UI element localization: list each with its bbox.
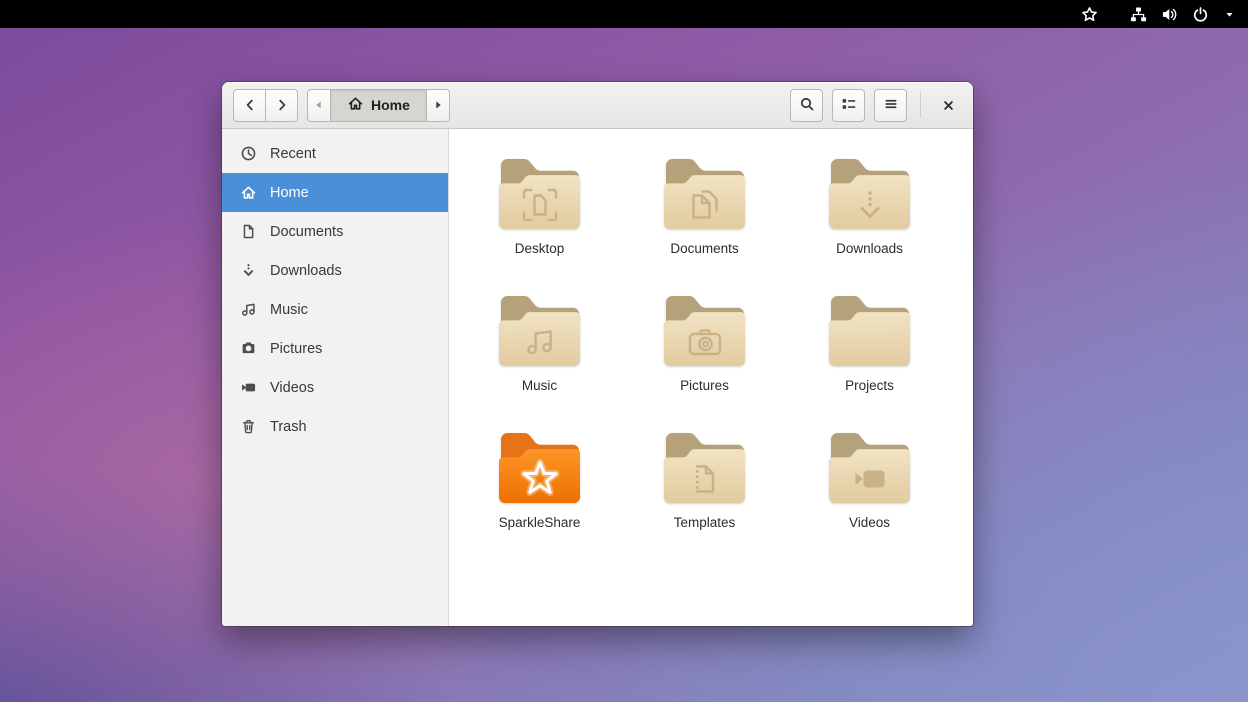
home-icon xyxy=(240,184,257,201)
file-name: Downloads xyxy=(836,241,903,256)
system-tray xyxy=(1081,6,1236,23)
headerbar-separator xyxy=(920,92,921,118)
folder-icon xyxy=(661,154,749,232)
history-nav-group xyxy=(233,89,298,122)
search-icon xyxy=(799,96,815,115)
folder-icon xyxy=(661,428,749,506)
sidebar-item-pictures[interactable]: Pictures xyxy=(222,329,448,368)
path-bar: Home xyxy=(307,89,450,122)
file-name: SparkleShare xyxy=(499,515,581,530)
caret-down-icon[interactable] xyxy=(1223,8,1236,21)
videos-icon xyxy=(240,379,257,396)
file-view: Desktop Documents Downloads Music Pictures Pr… xyxy=(449,129,973,626)
home-icon xyxy=(347,95,364,115)
path-current-label: Home xyxy=(371,97,410,113)
sidebar-item-documents[interactable]: Documents xyxy=(222,212,448,251)
path-home-button[interactable]: Home xyxy=(330,89,427,122)
file-name: Music xyxy=(522,378,557,393)
file-item-templates[interactable]: Templates xyxy=(622,428,787,565)
file-item-desktop[interactable]: Desktop xyxy=(457,154,622,291)
file-item-sparkleshare[interactable]: SparkleShare xyxy=(457,428,622,565)
trash-icon xyxy=(240,418,257,435)
file-item-videos[interactable]: Videos xyxy=(787,428,952,565)
sidebar-item-label: Recent xyxy=(270,146,316,162)
file-name: Projects xyxy=(845,378,894,393)
folder-icon xyxy=(826,291,914,369)
folder-icon xyxy=(496,291,584,369)
pictures-icon xyxy=(240,340,257,357)
file-item-documents[interactable]: Documents xyxy=(622,154,787,291)
volume-icon[interactable] xyxy=(1161,6,1178,23)
close-button[interactable] xyxy=(934,91,962,119)
sidebar-item-home[interactable]: Home xyxy=(222,173,448,212)
forward-button[interactable] xyxy=(265,89,298,122)
power-icon[interactable] xyxy=(1192,6,1209,23)
recent-icon xyxy=(240,145,257,162)
folder-icon xyxy=(826,154,914,232)
sidebar-item-trash[interactable]: Trash xyxy=(222,407,448,446)
folder-icon xyxy=(496,428,584,506)
sidebar-item-recent[interactable]: Recent xyxy=(222,134,448,173)
favorites-star-icon[interactable] xyxy=(1081,6,1098,23)
file-name: Desktop xyxy=(515,241,565,256)
sidebar-item-label: Home xyxy=(270,185,309,201)
files-grid: Desktop Documents Downloads Music Pictures Pr… xyxy=(449,129,973,565)
file-item-music[interactable]: Music xyxy=(457,291,622,428)
sidebar-item-downloads[interactable]: Downloads xyxy=(222,251,448,290)
folder-icon xyxy=(496,154,584,232)
sidebar-item-label: Documents xyxy=(270,224,343,240)
headerbar-actions xyxy=(790,89,907,122)
back-button[interactable] xyxy=(233,89,266,122)
music-icon xyxy=(240,301,257,318)
folder-icon xyxy=(661,291,749,369)
sidebar-item-label: Pictures xyxy=(270,341,322,357)
documents-icon xyxy=(240,223,257,240)
network-wired-icon[interactable] xyxy=(1130,6,1147,23)
file-name: Documents xyxy=(670,241,738,256)
folder-icon xyxy=(826,428,914,506)
sidebar-item-music[interactable]: Music xyxy=(222,290,448,329)
file-name: Videos xyxy=(849,515,890,530)
file-item-pictures[interactable]: Pictures xyxy=(622,291,787,428)
sidebar-item-label: Videos xyxy=(270,380,314,396)
downloads-icon xyxy=(240,262,257,279)
file-name: Templates xyxy=(674,515,736,530)
places-sidebar: Recent Home Documents Downloads Music Picture… xyxy=(222,129,449,626)
sidebar-item-label: Downloads xyxy=(270,263,342,279)
sidebar-item-videos[interactable]: Videos xyxy=(222,368,448,407)
sidebar-item-label: Trash xyxy=(270,419,307,435)
menu-button[interactable] xyxy=(874,89,907,122)
file-item-projects[interactable]: Projects xyxy=(787,291,952,428)
search-button[interactable] xyxy=(790,89,823,122)
view-list-icon xyxy=(841,96,857,115)
files-window: Home Recent Home Documents Downloads Music Pi… xyxy=(222,82,973,626)
file-item-downloads[interactable]: Downloads xyxy=(787,154,952,291)
file-name: Pictures xyxy=(680,378,729,393)
header-bar: Home xyxy=(222,82,973,129)
sidebar-item-label: Music xyxy=(270,302,308,318)
path-next-button[interactable] xyxy=(426,89,450,122)
view-list-button[interactable] xyxy=(832,89,865,122)
top-bar xyxy=(0,0,1248,28)
menu-icon xyxy=(883,96,899,115)
path-prev-button[interactable] xyxy=(307,89,331,122)
